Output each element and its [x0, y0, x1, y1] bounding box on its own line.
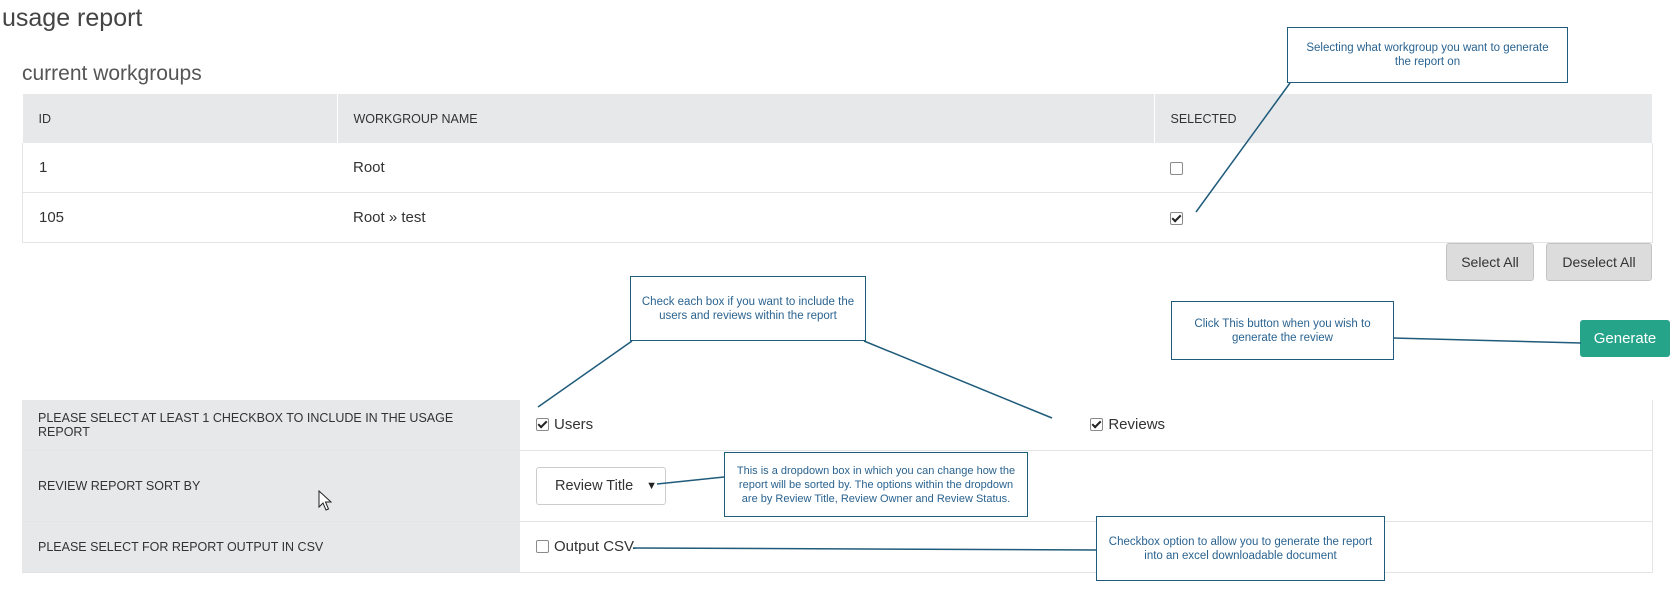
workgroup-select-checkbox[interactable]	[1170, 161, 1183, 175]
workgroup-name: Root	[337, 143, 1154, 193]
workgroup-selected-cell	[1154, 192, 1653, 243]
sort-by-dropdown[interactable]: Review Title ▼	[536, 467, 666, 505]
options-row-include: PLEASE SELECT AT LEAST 1 CHECKBOX TO INC…	[22, 400, 1653, 451]
include-label: PLEASE SELECT AT LEAST 1 CHECKBOX TO INC…	[22, 400, 520, 451]
generate-button[interactable]: Generate	[1580, 320, 1670, 357]
section-title: current workgroups	[22, 62, 202, 85]
csv-options: Output CSV	[520, 521, 1653, 573]
sort-label: REVIEW REPORT SORT BY	[22, 450, 520, 522]
sort-options: Review Title ▼	[520, 450, 1653, 522]
table-row: 105 Root » test	[22, 192, 1653, 243]
workgroup-id: 105	[22, 192, 337, 243]
workgroup-name: Root » test	[337, 192, 1154, 243]
page-title: usage report	[2, 4, 143, 32]
options-row-csv: PLEASE SELECT FOR REPORT OUTPUT IN CSV O…	[22, 521, 1653, 573]
output-csv-label: Output CSV	[554, 537, 635, 555]
column-header-id: ID	[22, 94, 338, 143]
users-checkbox[interactable]	[536, 417, 549, 431]
callout-checkboxes: Check each box if you want to include th…	[630, 276, 866, 341]
column-header-workgroup-name: WORKGROUP NAME	[337, 94, 1155, 143]
users-option[interactable]: Users	[536, 416, 593, 433]
deselect-all-button[interactable]: Deselect All	[1546, 243, 1652, 281]
users-label: Users	[554, 415, 594, 433]
csv-label: PLEASE SELECT FOR REPORT OUTPUT IN CSV	[22, 521, 520, 573]
callout-generate: Click This button when you wish to gener…	[1171, 301, 1394, 360]
sort-by-value: Review Title	[555, 478, 634, 494]
callout-dropdown: This is a dropdown box in which you can …	[724, 452, 1028, 517]
output-csv-checkbox[interactable]	[536, 539, 549, 553]
include-options: Users Reviews	[520, 400, 1653, 451]
leader-line-generate	[1393, 337, 1582, 344]
select-all-button[interactable]: Select All	[1446, 243, 1534, 281]
output-csv-option[interactable]: Output CSV	[536, 538, 634, 555]
table-row: 1 Root	[22, 143, 1653, 193]
usage-report-page: usage report current workgroups ID WORKG…	[0, 0, 1675, 607]
reviews-option[interactable]: Reviews	[1090, 416, 1165, 433]
column-header-selected: SELECTED	[1154, 94, 1653, 143]
reviews-checkbox[interactable]	[1090, 417, 1104, 431]
mouse-pointer-icon	[318, 490, 332, 511]
reviews-label: Reviews	[1108, 415, 1166, 433]
workgroup-id: 1	[22, 143, 337, 193]
callout-csv: Checkbox option to allow you to generate…	[1096, 516, 1385, 581]
workgroup-select-checkbox[interactable]	[1170, 211, 1183, 225]
dropdown-arrow-icon: ▼	[646, 480, 657, 492]
workgroups-table: ID WORKGROUP NAME SELECTED 1 Root 105 Ro…	[22, 94, 1653, 243]
workgroup-selected-cell	[1154, 143, 1653, 193]
table-header-row: ID WORKGROUP NAME SELECTED	[22, 94, 1653, 143]
callout-workgroup: Selecting what workgroup you want to gen…	[1287, 27, 1568, 83]
leader-line-users	[537, 340, 633, 408]
